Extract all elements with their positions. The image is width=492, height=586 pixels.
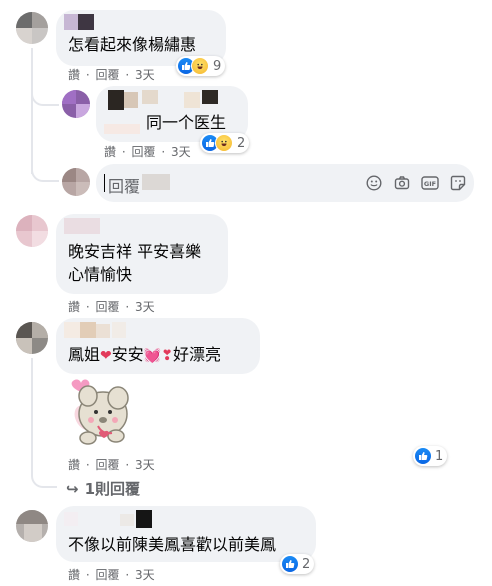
replies-count-label: 1則回覆 (84, 480, 141, 498)
reaction-summary[interactable]: 1 (413, 446, 448, 466)
comment-text-part: 好漂亮 (172, 345, 221, 364)
separator: · (125, 300, 130, 314)
heart-icon: ❣ (161, 348, 173, 364)
heart-icon: 💓 (143, 348, 162, 364)
comment-actions: 讚 · 回覆 · 3天 (68, 456, 155, 473)
comment-text: 同一个医生 (146, 113, 227, 132)
reply-button[interactable]: 回覆 (96, 300, 120, 314)
reaction-count: 2 (237, 135, 246, 151)
separator: · (85, 68, 90, 82)
separator: · (125, 458, 130, 472)
like-icon (282, 556, 298, 572)
reply-connector (31, 80, 59, 106)
separator: · (125, 68, 130, 82)
timestamp[interactable]: 3天 (135, 68, 155, 82)
avatar[interactable] (62, 90, 90, 118)
thread-line (31, 358, 33, 468)
comment-text: 不像以前陳美鳳喜歡以前美鳳 (68, 535, 277, 554)
comment-actions: 讚 · 回覆 · 3天 (68, 66, 155, 83)
comment-text: 鳳姐❤安安💓❣好漂亮 (68, 343, 221, 368)
reply-input[interactable]: 回覆 (108, 173, 140, 197)
like-button[interactable]: 讚 (104, 145, 116, 159)
like-button[interactable]: 讚 (68, 68, 80, 82)
gif-icon[interactable]: GIF (421, 175, 439, 195)
avatar[interactable] (16, 12, 48, 44)
comment-actions: 讚 · 回覆 · 3天 (68, 566, 155, 583)
reaction-summary[interactable]: 9 (176, 56, 226, 76)
reply-button[interactable]: 回覆 (132, 145, 156, 159)
commenter-name-blurred[interactable] (64, 510, 164, 530)
reply-connector (31, 468, 57, 488)
camera-icon[interactable] (394, 175, 410, 195)
reply-connector (31, 158, 59, 182)
comment-text-line: 心情愉快 (68, 265, 133, 284)
commenter-name-blurred[interactable] (78, 14, 94, 30)
svg-text:GIF: GIF (424, 180, 436, 188)
timestamp[interactable]: 3天 (135, 300, 155, 314)
like-button[interactable]: 讚 (68, 300, 80, 314)
commenter-name-blurred[interactable] (64, 218, 100, 234)
comment-text-line: 晚安吉祥 平安喜樂 (68, 242, 202, 261)
like-icon (415, 448, 431, 464)
haha-icon (191, 57, 209, 75)
separator: · (85, 568, 90, 582)
comment-text: 怎看起來像楊繡惠 (68, 35, 197, 54)
avatar[interactable] (16, 510, 48, 542)
avatar[interactable] (16, 322, 48, 354)
commenter-name-blurred[interactable] (64, 322, 144, 340)
comment-actions: 讚 · 回覆 · 3天 (68, 298, 155, 315)
timestamp[interactable]: 3天 (135, 458, 155, 472)
view-replies-link[interactable]: ↪ 1則回覆 (66, 478, 140, 499)
reaction-count: 2 (302, 556, 311, 572)
separator: · (121, 145, 126, 159)
comment-text-part: 鳳姐 (68, 345, 101, 364)
reaction-summary[interactable]: 2 (200, 133, 250, 153)
separator: · (161, 145, 166, 159)
reply-button[interactable]: 回覆 (96, 568, 120, 582)
comment-actions: 讚 · 回覆 · 3天 (104, 143, 191, 160)
avatar[interactable] (16, 215, 48, 247)
reply-arrow-icon: ↪ (66, 480, 79, 498)
reply-button[interactable]: 回覆 (96, 458, 120, 472)
sticker-image[interactable] (58, 372, 138, 452)
commenter-name-blurred[interactable] (104, 124, 140, 134)
separator: · (125, 568, 130, 582)
timestamp[interactable]: 3天 (135, 568, 155, 582)
haha-icon (215, 134, 233, 152)
reply-input-box[interactable]: 回覆 GIF (96, 164, 474, 202)
commenter-name-blurred[interactable] (108, 90, 228, 110)
emoji-icon[interactable] (366, 175, 382, 195)
like-button[interactable]: 讚 (68, 458, 80, 472)
separator: · (85, 458, 90, 472)
reaction-count: 9 (213, 58, 222, 74)
separator: · (85, 300, 90, 314)
reply-button[interactable]: 回覆 (96, 68, 120, 82)
text-caret (104, 174, 105, 192)
my-avatar[interactable] (62, 168, 90, 196)
thread-line (31, 48, 33, 174)
reaction-count: 1 (435, 448, 444, 464)
heart-icon: ❤ (100, 348, 112, 364)
sticker-icon[interactable] (450, 175, 466, 195)
timestamp[interactable]: 3天 (171, 145, 191, 159)
like-button[interactable]: 讚 (68, 568, 80, 582)
reaction-summary[interactable]: 2 (280, 554, 315, 574)
comment-text-part: 安安 (111, 345, 144, 364)
mention-blurred (142, 174, 170, 190)
